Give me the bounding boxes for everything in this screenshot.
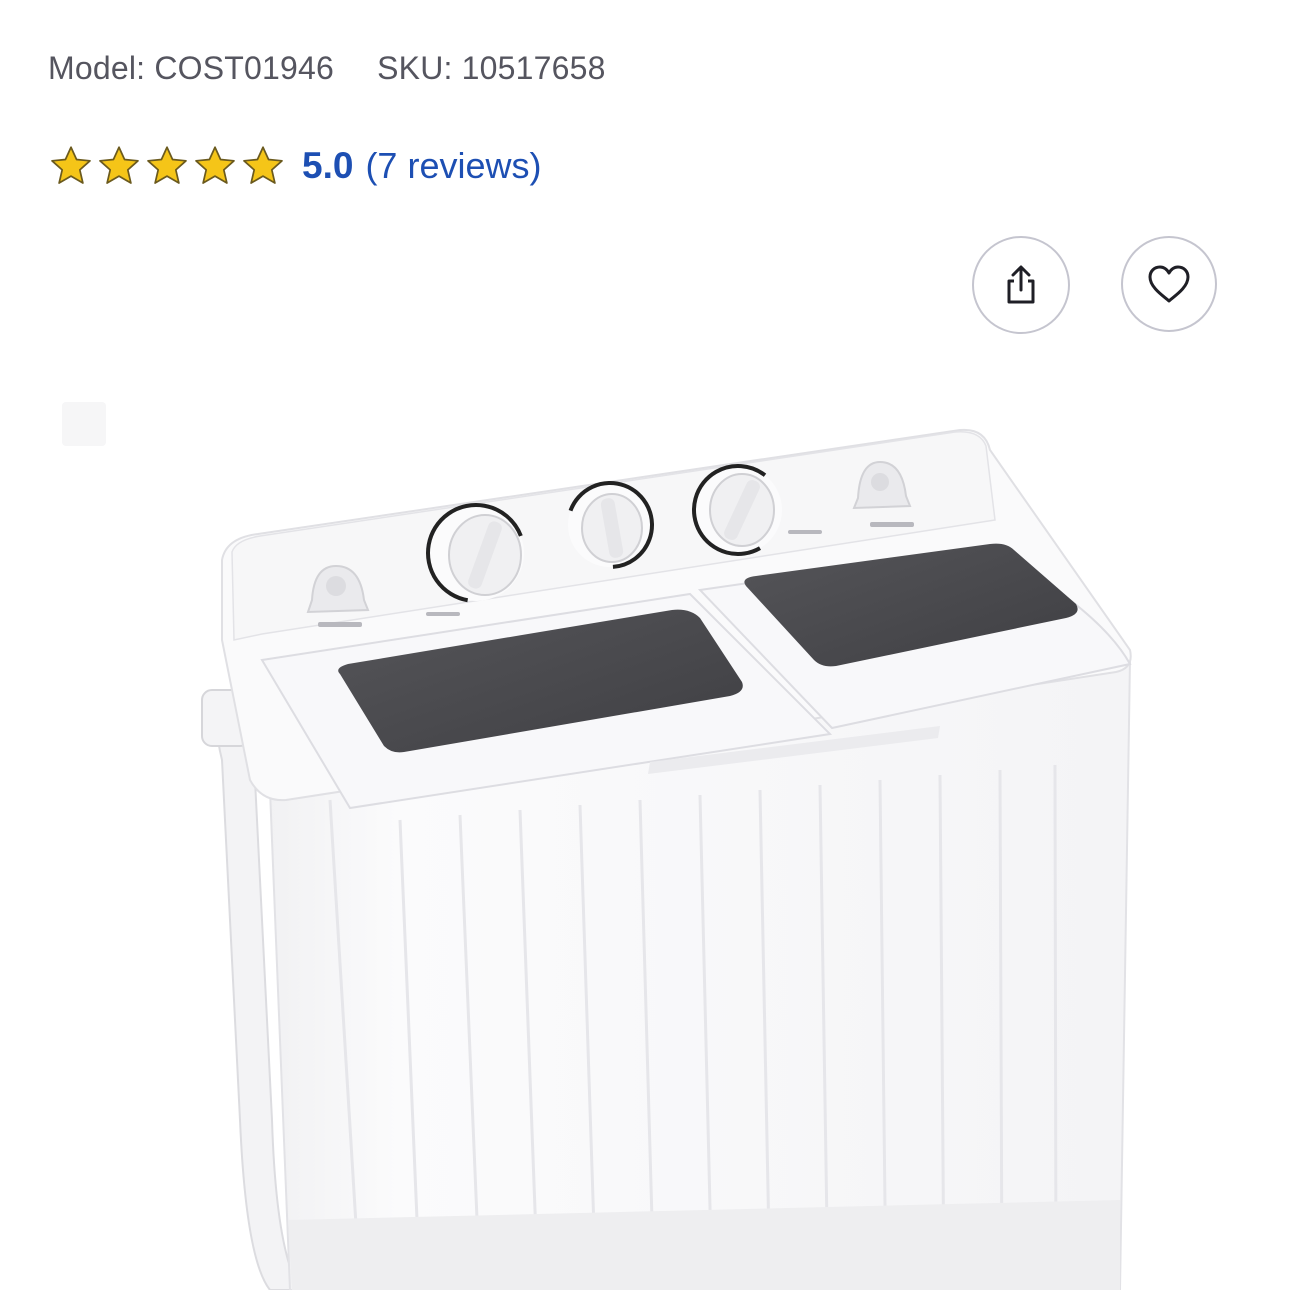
star-icon bbox=[147, 146, 187, 184]
star-icon bbox=[243, 146, 283, 184]
model-number: Model: COST01946 bbox=[48, 50, 335, 86]
product-meta: Model: COST01946 SKU: 10517658 bbox=[48, 50, 606, 87]
star-icon bbox=[99, 146, 139, 184]
heart-icon bbox=[1148, 265, 1190, 303]
sku-number: SKU: 10517658 bbox=[377, 50, 606, 86]
star-icon bbox=[51, 146, 91, 184]
share-button[interactable] bbox=[972, 236, 1070, 334]
favorite-button[interactable] bbox=[1121, 236, 1217, 332]
reviews-link[interactable]: (7 reviews) bbox=[365, 145, 541, 187]
rating-summary[interactable]: 5.0 (7 reviews) bbox=[48, 138, 541, 194]
star-icon bbox=[195, 146, 235, 184]
star-rating bbox=[48, 143, 286, 189]
product-page: Model: COST01946 SKU: 10517658 5.0 (7 re… bbox=[0, 0, 1290, 1290]
product-image[interactable] bbox=[0, 390, 1290, 1290]
rating-value: 5.0 bbox=[302, 145, 354, 186]
share-icon bbox=[1007, 265, 1035, 304]
